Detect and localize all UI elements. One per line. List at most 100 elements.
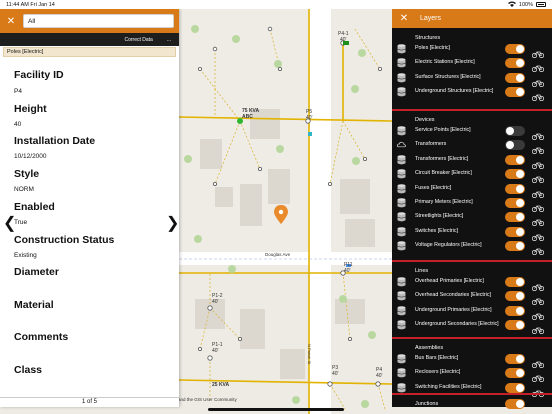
- layer-row[interactable]: Service Points [Electric]: [392, 124, 552, 141]
- layer-label: Overhead Secondaries [Electric]: [415, 292, 491, 299]
- layer-row[interactable]: Overhead Secondaries [Electric]: [392, 289, 552, 306]
- layer-visibility-toggle[interactable]: [505, 183, 525, 194]
- home-indicator: [208, 408, 344, 411]
- next-feature-icon[interactable]: ❯: [166, 216, 179, 232]
- layer-visibility-toggle[interactable]: [505, 368, 525, 379]
- bicycle-icon[interactable]: [531, 278, 545, 292]
- layer-visibility-toggle[interactable]: [505, 320, 525, 331]
- bicycle-icon[interactable]: [531, 307, 545, 320]
- bicycle-icon[interactable]: [531, 127, 545, 141]
- layer-row[interactable]: Underground Structures [Electric]: [392, 85, 552, 102]
- bicycle-icon[interactable]: [531, 321, 545, 335]
- layer-visibility-toggle[interactable]: [505, 154, 525, 165]
- layer-label: Underground Structures [Electric]: [415, 88, 494, 95]
- layer-visibility-toggle[interactable]: [505, 169, 525, 180]
- layer-section-title: Assemblies: [415, 345, 444, 351]
- layer-row[interactable]: Transformers: [392, 138, 552, 155]
- bicycle-icon[interactable]: [531, 242, 545, 256]
- layer-row[interactable]: Overhead Primaries [Electric]: [392, 275, 552, 292]
- bicycle-icon[interactable]: [531, 88, 545, 102]
- selected-layer-chip[interactable]: Poles [Electric]: [3, 47, 176, 57]
- layer-visibility-toggle[interactable]: [505, 277, 525, 287]
- bicycle-icon[interactable]: [531, 213, 545, 227]
- bicycle-icon[interactable]: [531, 141, 545, 155]
- layer-row[interactable]: Surface Structures [Electric]: [392, 71, 552, 87]
- status-date: Fri Jan 14: [30, 1, 55, 8]
- layer-row[interactable]: Circuit Breaker [Electric]: [392, 167, 552, 184]
- feature-pager: 1 of 5: [0, 397, 179, 407]
- bicycle-icon[interactable]: [531, 228, 545, 241]
- layer-label: Overhead Primaries [Electric]: [415, 278, 484, 285]
- layer-visibility-toggle[interactable]: [505, 226, 525, 237]
- layer-visibility-toggle[interactable]: [505, 382, 525, 393]
- map-label-street: Douglas Ave: [265, 252, 291, 257]
- junctions-toggle[interactable]: [505, 399, 525, 409]
- layer-row[interactable]: Streetlights [Electric]: [392, 210, 552, 227]
- correct-data-button[interactable]: Correct Data: [124, 37, 152, 43]
- bicycle-icon[interactable]: [531, 292, 545, 306]
- layer-visibility-toggle[interactable]: [505, 198, 525, 208]
- layer-visibility-toggle[interactable]: [505, 44, 525, 54]
- layer-row[interactable]: Primary Meters [Electric]: [392, 196, 552, 213]
- search-input[interactable]: All: [23, 14, 174, 28]
- layer-visibility-toggle[interactable]: [505, 305, 525, 316]
- field-value-installation-date: 10/12/2000: [14, 153, 47, 160]
- layer-visibility-toggle[interactable]: [505, 87, 525, 98]
- layer-label: Service Points [Electric]: [415, 127, 471, 134]
- identify-header: ✕ All: [0, 9, 179, 33]
- bicycle-icon[interactable]: [531, 170, 545, 184]
- bicycle-icon[interactable]: [531, 59, 545, 73]
- identify-toolbar: Correct Data ...: [0, 33, 179, 46]
- more-icon[interactable]: ...: [167, 37, 171, 43]
- layer-row[interactable]: Poles [Electric]: [392, 42, 552, 59]
- close-layers-icon[interactable]: ✕: [398, 13, 410, 24]
- layer-row[interactable]: Bus Bars [Electric]: [392, 352, 552, 369]
- section-divider: [392, 260, 552, 262]
- bicycle-icon[interactable]: [531, 355, 545, 369]
- layer-row[interactable]: Underground Secondaries [Electric]: [392, 318, 552, 335]
- field-value-construction-status: Existing: [14, 252, 37, 259]
- layer-label: Underground Primaries [Electric]: [415, 306, 492, 313]
- layer-visibility-toggle[interactable]: [505, 126, 525, 136]
- layer-row[interactable]: Switches [Electric]: [392, 225, 552, 241]
- layer-label: Streetlights [Electric]: [415, 213, 464, 220]
- layer-label: Bus Bars [Electric]: [415, 355, 459, 362]
- previous-feature-icon[interactable]: ❮: [3, 216, 16, 232]
- bicycle-icon[interactable]: [531, 199, 545, 213]
- layer-row[interactable]: Underground Primaries [Electric]: [392, 304, 552, 320]
- bicycle-icon[interactable]: [531, 185, 545, 198]
- layer-visibility-toggle[interactable]: [505, 72, 525, 83]
- layer-section-title: Devices: [415, 117, 435, 123]
- bicycle-icon[interactable]: [531, 156, 545, 169]
- layer-visibility-toggle[interactable]: [505, 241, 525, 252]
- layer-label: Reclosers [Electric]: [415, 369, 461, 376]
- bicycle-icon[interactable]: [531, 74, 545, 87]
- layer-row[interactable]: Electric Stations [Electric]: [392, 56, 552, 73]
- layer-row[interactable]: Transformers [Electric]: [392, 153, 552, 169]
- layer-visibility-toggle[interactable]: [505, 291, 525, 302]
- field-label-comments: Comments: [14, 331, 69, 343]
- layer-label: Transformers: [415, 141, 447, 148]
- map-label-p5-height: 40': [306, 115, 313, 121]
- layer-section-title: Lines: [415, 268, 429, 274]
- layer-visibility-toggle[interactable]: [505, 354, 525, 364]
- bicycle-icon[interactable]: [531, 384, 545, 397]
- layer-row[interactable]: Reclosers [Electric]: [392, 366, 552, 383]
- layer-section-title: Structures: [415, 35, 441, 41]
- road-vertical: [309, 9, 331, 414]
- status-right: 100%: [507, 1, 546, 9]
- layer-visibility-toggle[interactable]: [505, 140, 525, 151]
- close-icon[interactable]: ✕: [5, 16, 17, 27]
- bicycle-icon[interactable]: [531, 369, 545, 383]
- layer-label: Circuit Breaker [Electric]: [415, 170, 472, 177]
- layer-visibility-toggle[interactable]: [505, 58, 525, 69]
- layer-row[interactable]: Fuses [Electric]: [392, 182, 552, 198]
- bicycle-icon[interactable]: [531, 45, 545, 59]
- field-label-facility-id: Facility ID: [14, 69, 64, 81]
- layer-section-title: Junctions: [415, 401, 439, 407]
- layer-label: Poles [Electric]: [415, 45, 451, 52]
- status-bar: 11:44 AM Fri Jan 14 100%: [0, 0, 552, 9]
- battery-percent: 100%: [518, 1, 533, 8]
- layer-visibility-toggle[interactable]: [505, 212, 525, 223]
- layer-row[interactable]: Voltage Regulators [Electric]: [392, 239, 552, 256]
